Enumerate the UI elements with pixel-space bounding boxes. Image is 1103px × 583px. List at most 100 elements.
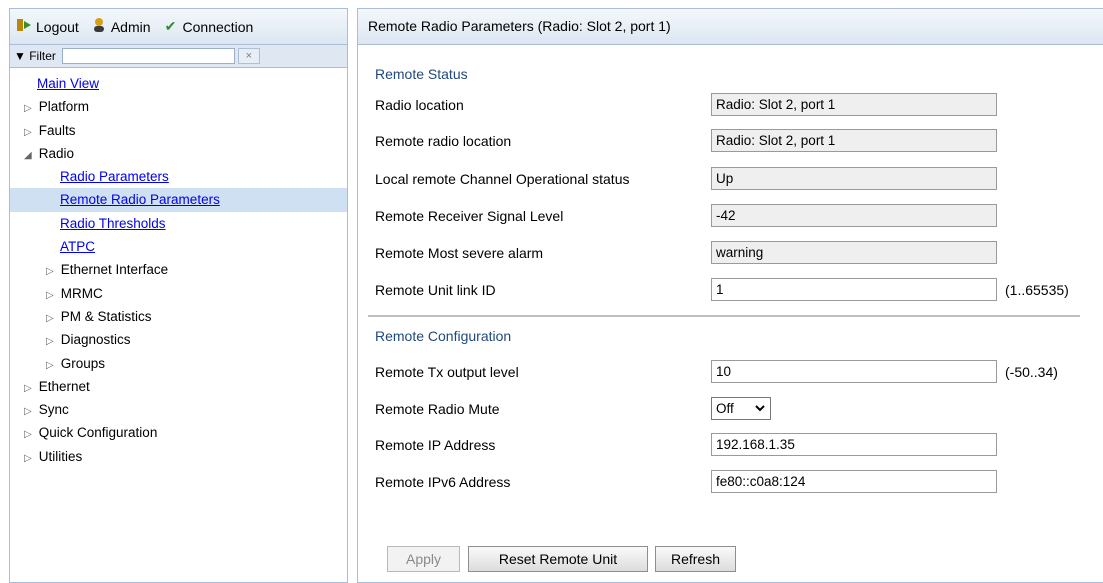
ip-address-row: Remote IP Address 192.168.1.35 xyxy=(375,433,1095,459)
radio-location-value: Radio: Slot 2, port 1 xyxy=(711,93,997,116)
severe-alarm-label: Remote Most severe alarm xyxy=(375,245,544,261)
logout-button[interactable]: Logout xyxy=(16,17,79,36)
tree-label: Ethernet Interface xyxy=(60,262,169,278)
remote-radio-location-label: Remote radio location xyxy=(375,133,512,149)
expand-arrow-icon[interactable]: ▷ xyxy=(24,121,35,144)
expand-arrow-icon[interactable]: ▷ xyxy=(24,423,35,446)
tree-item-pm-statistics[interactable]: ▷ PM & Statistics xyxy=(10,305,347,328)
tree-item-faults[interactable]: ▷ Faults xyxy=(10,119,347,142)
filter-bar: ▼ Filter × xyxy=(10,45,347,68)
ipv6-address-input[interactable]: fe80::c0a8:124 xyxy=(711,470,997,493)
expand-arrow-icon[interactable]: ▷ xyxy=(46,260,57,283)
atpc-link[interactable]: ATPC xyxy=(60,239,95,254)
tree-label: Radio xyxy=(38,145,75,161)
remote-radio-parameters-link[interactable]: Remote Radio Parameters xyxy=(60,192,220,207)
tree-item-utilities[interactable]: ▷ Utilities xyxy=(10,445,347,468)
filter-input[interactable] xyxy=(61,48,235,64)
radio-parameters-link[interactable]: Radio Parameters xyxy=(60,169,169,184)
chevron-down-icon xyxy=(754,398,766,425)
tree-item-ethernet[interactable]: ▷ Ethernet xyxy=(10,375,347,398)
tree-label: Faults xyxy=(38,122,76,138)
unit-link-id-range: (1..65535) xyxy=(1005,282,1069,298)
tree-label: Ethernet xyxy=(38,378,90,394)
expand-arrow-icon[interactable]: ▷ xyxy=(24,97,35,120)
tree-item-groups[interactable]: ▷ Groups xyxy=(10,352,347,375)
tree-item-platform[interactable]: ▷ Platform xyxy=(10,95,347,118)
expand-arrow-icon[interactable]: ▷ xyxy=(46,307,57,330)
tree-item-sync[interactable]: ▷ Sync xyxy=(10,398,347,421)
admin-button[interactable]: Admin xyxy=(91,17,151,36)
unit-link-id-row: Remote Unit link ID 1 (1..65535) xyxy=(375,278,1095,304)
admin-user-icon xyxy=(91,17,107,36)
tree-item-main-view[interactable]: Main View xyxy=(10,72,347,95)
section-divider xyxy=(368,315,1080,317)
ipv6-address-row: Remote IPv6 Address fe80::c0a8:124 xyxy=(375,470,1095,496)
tree-item-diagnostics[interactable]: ▷ Diagnostics xyxy=(10,328,347,351)
remote-radio-location-value: Radio: Slot 2, port 1 xyxy=(711,129,997,152)
main-view-link[interactable]: Main View xyxy=(37,76,99,91)
tree-label: Quick Configuration xyxy=(38,425,158,441)
tree-item-atpc[interactable]: ATPC xyxy=(10,235,347,258)
tree-item-radio-parameters[interactable]: Radio Parameters xyxy=(10,165,347,188)
tree-item-radio[interactable]: ◢ Radio xyxy=(10,142,347,165)
apply-button[interactable]: Apply xyxy=(387,546,460,572)
expand-arrow-icon[interactable]: ▷ xyxy=(46,284,57,307)
expand-arrow-icon[interactable]: ▷ xyxy=(46,354,57,377)
logout-label: Logout xyxy=(36,18,79,35)
logout-icon xyxy=(16,17,32,36)
radio-mute-select[interactable]: Off xyxy=(711,397,771,420)
tree-item-ethernet-interface[interactable]: ▷ Ethernet Interface xyxy=(10,258,347,281)
filter-clear-button[interactable]: × xyxy=(237,48,260,64)
remote-radio-location-row: Remote radio location Radio: Slot 2, por… xyxy=(375,129,1095,155)
tx-output-row: Remote Tx output level 10 (-50..34) xyxy=(375,360,1095,386)
rsl-value: -42 xyxy=(711,204,997,227)
admin-label: Admin xyxy=(110,18,151,35)
collapse-arrow-icon[interactable]: ◢ xyxy=(24,144,35,167)
channel-status-label: Local remote Channel Operational status xyxy=(375,171,630,187)
navigation-panel: Logout Admin ✔ Connection ▼ Filter × Mai… xyxy=(9,8,348,583)
tree-label: Diagnostics xyxy=(60,332,131,348)
tree-item-remote-radio-parameters[interactable]: Remote Radio Parameters xyxy=(10,188,347,212)
connection-label: Connection xyxy=(182,18,254,35)
tree-label: PM & Statistics xyxy=(60,308,152,324)
content-panel: Remote Radio Parameters (Radio: Slot 2, … xyxy=(357,8,1103,583)
navigation-tree: Main View ▷ Platform ▷ Faults ◢ Radio Ra… xyxy=(10,68,347,468)
expand-arrow-icon[interactable]: ▷ xyxy=(24,447,35,470)
tree-label: Sync xyxy=(38,402,69,418)
radio-mute-label: Remote Radio Mute xyxy=(375,401,500,417)
rsl-label: Remote Receiver Signal Level xyxy=(375,208,564,224)
unit-link-id-input[interactable]: 1 xyxy=(711,278,997,301)
remote-configuration-header: Remote Configuration xyxy=(375,328,512,344)
expand-arrow-icon[interactable]: ▷ xyxy=(24,400,35,423)
ip-address-label: Remote IP Address xyxy=(375,437,496,453)
connection-button[interactable]: ✔ Connection xyxy=(163,18,254,35)
tree-item-radio-thresholds[interactable]: Radio Thresholds xyxy=(10,212,347,235)
ipv6-address-label: Remote IPv6 Address xyxy=(375,474,511,490)
tree-label: Utilities xyxy=(38,448,83,464)
channel-status-value: Up xyxy=(711,167,997,190)
severe-alarm-value: warning xyxy=(711,241,997,264)
rsl-row: Remote Receiver Signal Level -42 xyxy=(375,204,1095,230)
tree-item-mrmc[interactable]: ▷ MRMC xyxy=(10,282,347,305)
tx-output-input[interactable]: 10 xyxy=(711,360,997,383)
unit-link-id-label: Remote Unit link ID xyxy=(375,282,496,298)
radio-thresholds-link[interactable]: Radio Thresholds xyxy=(60,216,166,231)
radio-location-label: Radio location xyxy=(375,97,464,113)
tree-item-quick-configuration[interactable]: ▷ Quick Configuration xyxy=(10,421,347,444)
tree-label: Platform xyxy=(38,99,90,115)
expand-arrow-icon[interactable]: ▷ xyxy=(46,330,57,353)
filter-label[interactable]: ▼ Filter xyxy=(14,49,56,63)
checkmark-icon: ✔ xyxy=(164,18,177,34)
radio-location-row: Radio location Radio: Slot 2, port 1 xyxy=(375,93,1095,119)
tree-label: MRMC xyxy=(60,285,103,301)
radio-mute-row: Remote Radio Mute Off xyxy=(375,397,1095,423)
refresh-button[interactable]: Refresh xyxy=(655,546,736,572)
expand-arrow-icon[interactable]: ▷ xyxy=(24,377,35,400)
page-title: Remote Radio Parameters (Radio: Slot 2, … xyxy=(358,9,1103,45)
remote-status-header: Remote Status xyxy=(375,66,468,82)
tx-output-range: (-50..34) xyxy=(1005,364,1058,380)
tree-label: Groups xyxy=(60,355,106,371)
radio-mute-value: Off xyxy=(716,401,734,416)
ip-address-input[interactable]: 192.168.1.35 xyxy=(711,433,997,456)
reset-remote-unit-button[interactable]: Reset Remote Unit xyxy=(468,546,648,572)
